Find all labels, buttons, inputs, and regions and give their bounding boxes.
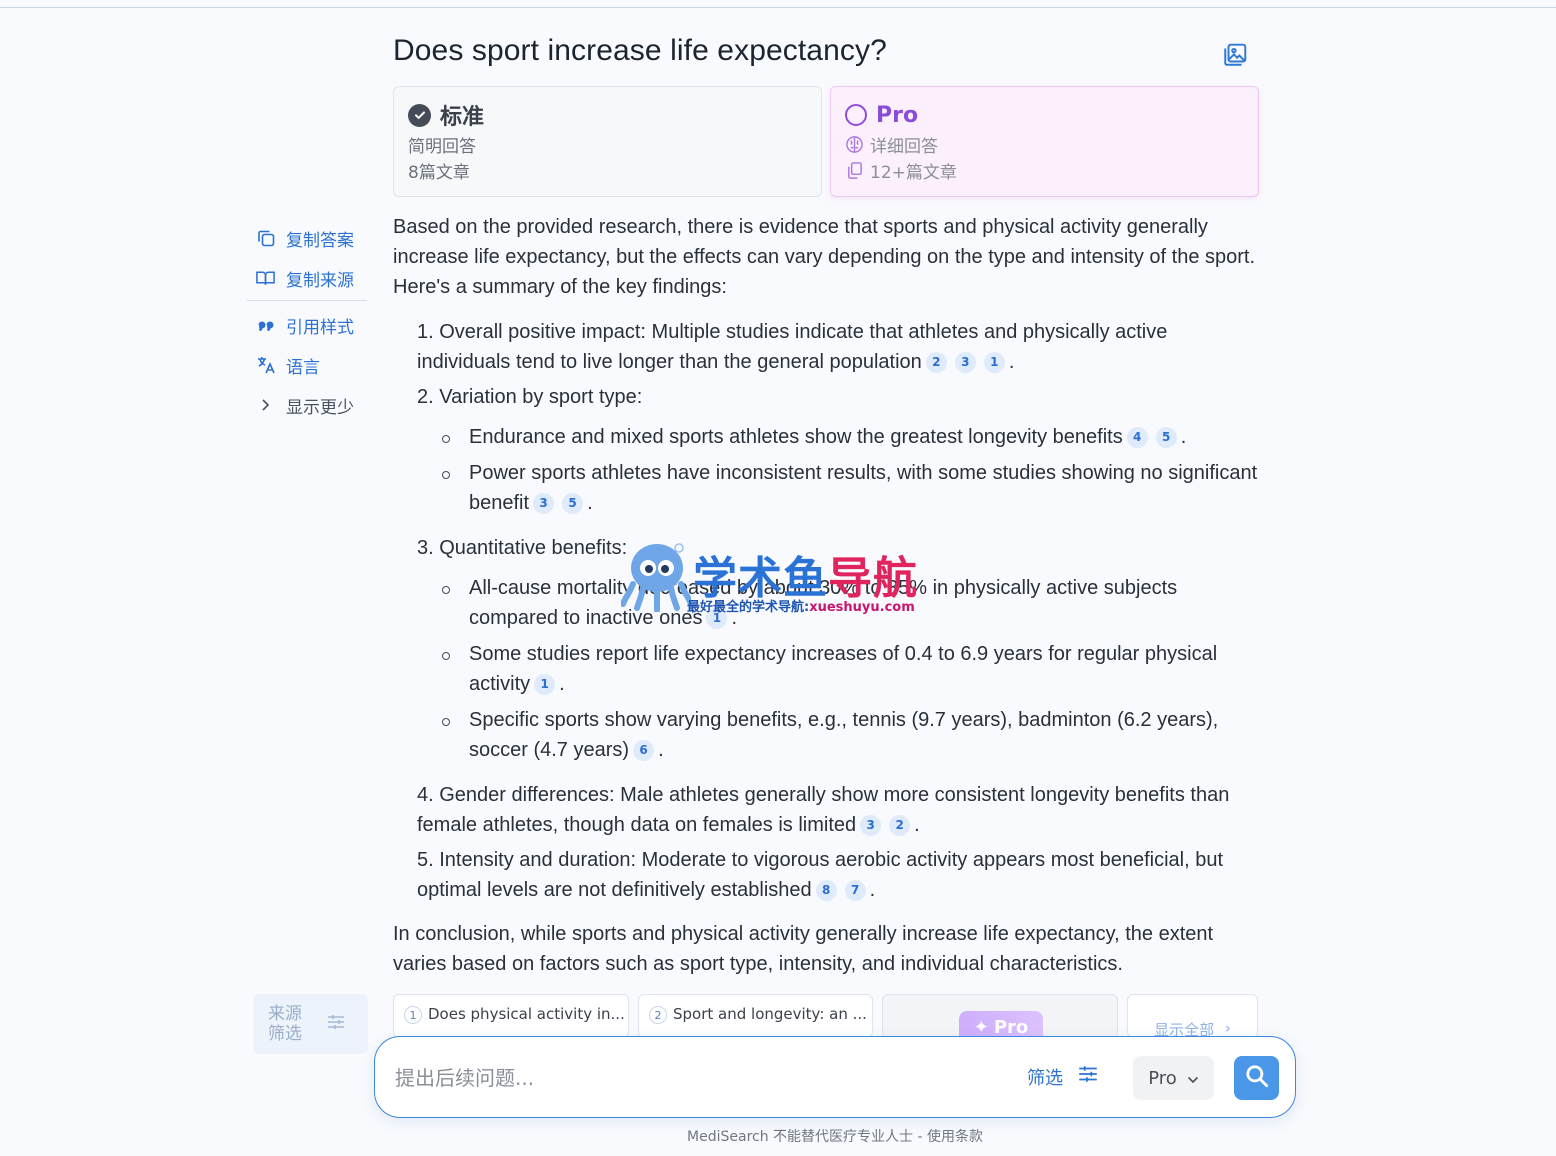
book-icon bbox=[255, 268, 276, 289]
search-icon bbox=[1244, 1063, 1270, 1093]
source-number: 1 bbox=[404, 1006, 422, 1024]
citation-badge[interactable]: 1 bbox=[534, 673, 556, 695]
finding-text: 2. Variation by sport type: bbox=[417, 386, 643, 408]
citation-badge[interactable]: 7 bbox=[844, 879, 866, 901]
finding-item: 2. Variation by sport type: Endurance an… bbox=[417, 382, 1259, 518]
finding-text: 3. Quantitative benefits: bbox=[417, 537, 628, 559]
chevron-down-icon bbox=[1187, 1068, 1199, 1089]
mode-pro-count: 12+篇文章 bbox=[870, 162, 957, 183]
show-less-button[interactable]: 显示更少 bbox=[247, 385, 367, 425]
finding-item: 5. Intensity and duration: Moderate to v… bbox=[417, 849, 1224, 901]
chevron-right-icon: › bbox=[1220, 1019, 1231, 1037]
citation-badge[interactable]: 1 bbox=[983, 351, 1005, 373]
citation-badge[interactable]: 3 bbox=[533, 492, 555, 514]
sub-finding-item: Some studies report life expectancy incr… bbox=[442, 639, 1259, 699]
watermark-logo: 学术鱼导航 最好最全的学术导航:xueshuyu.com bbox=[621, 540, 941, 620]
answer-conclusion: In conclusion, while sports and physical… bbox=[393, 923, 1214, 975]
mode-select-value: Pro bbox=[1148, 1067, 1177, 1089]
answer-actions: 复制答案 复制来源 引用样式 语言 显示更少 bbox=[247, 218, 367, 425]
citation-badge[interactable]: 5 bbox=[562, 492, 584, 514]
finding-text: 4. Gender differences: Male athletes gen… bbox=[417, 784, 1230, 836]
mode-card-standard[interactable]: 标准 简明回答 8篇文章 bbox=[393, 86, 822, 197]
source-title: Sport and longevity: an ... bbox=[673, 1005, 867, 1023]
pro-badge-label: Pro bbox=[993, 1016, 1029, 1038]
mode-pro-label: Pro bbox=[876, 102, 919, 128]
octopus-mascot-icon bbox=[621, 543, 691, 612]
mode-standard-desc: 简明回答 bbox=[408, 136, 476, 157]
copy-sources-label: 复制来源 bbox=[286, 270, 354, 291]
search-button[interactable] bbox=[1234, 1056, 1279, 1100]
source-card-locked[interactable]: ✦ Pro bbox=[882, 994, 1118, 1038]
sub-finding-text: Some studies report life expectancy incr… bbox=[469, 643, 1218, 695]
citation-style-label: 引用样式 bbox=[286, 317, 354, 338]
mode-select[interactable]: Pro bbox=[1133, 1056, 1214, 1100]
mode-standard-label: 标准 bbox=[440, 105, 485, 130]
source-filter-label: 来源筛选 bbox=[268, 1004, 302, 1044]
source-filter-button[interactable]: 来源筛选 bbox=[253, 994, 368, 1054]
show-all-sources-button[interactable]: 显示全部 › bbox=[1127, 994, 1258, 1038]
sub-finding-text: Specific sports show varying benefits, e… bbox=[469, 709, 1219, 761]
filter-button[interactable]: 筛选 bbox=[1027, 1063, 1099, 1090]
sub-finding-list: Endurance and mixed sports athletes show… bbox=[417, 422, 1259, 518]
sub-finding-item: Endurance and mixed sports athletes show… bbox=[442, 422, 1259, 452]
copy-answer-button[interactable]: 复制答案 bbox=[247, 218, 367, 258]
citation-badge[interactable]: 8 bbox=[815, 879, 837, 901]
top-divider bbox=[0, 7, 1556, 8]
translate-icon bbox=[255, 355, 276, 376]
followup-input[interactable] bbox=[395, 1061, 995, 1095]
watermark-subtitle: 最好最全的学术导航:xueshuyu.com bbox=[687, 600, 915, 615]
finding-item: 4. Gender differences: Male athletes gen… bbox=[417, 784, 1230, 836]
copy-sources-button[interactable]: 复制来源 bbox=[247, 258, 367, 298]
filter-label: 筛选 bbox=[1027, 1067, 1063, 1089]
quote-icon bbox=[255, 315, 276, 336]
citation-badge[interactable]: 6 bbox=[633, 739, 655, 761]
citation-style-button[interactable]: 引用样式 bbox=[247, 305, 367, 345]
source-card[interactable]: 2 Sport and longevity: an ... bbox=[638, 994, 873, 1038]
sliders-icon bbox=[326, 1012, 346, 1036]
sub-finding-item: Power sports athletes have inconsistent … bbox=[442, 458, 1259, 518]
citation-badge[interactable]: 2 bbox=[925, 351, 947, 373]
citation-badge[interactable]: 3 bbox=[860, 814, 882, 836]
finding-text: 1. Overall positive impact: Multiple stu… bbox=[417, 321, 1168, 373]
citation-badge[interactable]: 2 bbox=[889, 814, 911, 836]
checked-circle-icon bbox=[408, 103, 431, 127]
copy-icon bbox=[255, 228, 276, 249]
source-card[interactable]: 1 Does physical activity in... bbox=[393, 994, 629, 1038]
documents-icon bbox=[845, 161, 864, 180]
chevron-right-icon bbox=[255, 395, 276, 416]
language-label: 语言 bbox=[286, 357, 320, 378]
language-button[interactable]: 语言 bbox=[247, 345, 367, 385]
mode-standard-count: 8篇文章 bbox=[408, 162, 470, 183]
finding-item: 1. Overall positive impact: Multiple stu… bbox=[417, 321, 1168, 373]
citation-badge[interactable]: 5 bbox=[1155, 426, 1177, 448]
footer-disclaimer[interactable]: MediSearch 不能替代医疗专业人士 - 使用条款 bbox=[0, 1126, 1556, 1146]
followup-bar: 筛选 Pro bbox=[374, 1036, 1296, 1118]
citation-badge[interactable]: 4 bbox=[1126, 426, 1148, 448]
sub-finding-item: Specific sports show varying benefits, e… bbox=[442, 705, 1259, 765]
mode-pro-desc: 详细回答 bbox=[870, 136, 938, 157]
citation-badge[interactable]: 3 bbox=[954, 351, 976, 373]
sub-finding-text: Endurance and mixed sports athletes show… bbox=[469, 426, 1123, 448]
copy-answer-label: 复制答案 bbox=[286, 230, 354, 251]
sparkle-icon: ✦ bbox=[973, 1016, 989, 1038]
brain-icon bbox=[845, 135, 864, 154]
sub-finding-text: Power sports athletes have inconsistent … bbox=[469, 462, 1258, 514]
actions-divider bbox=[247, 300, 367, 301]
pro-upgrade-badge[interactable]: ✦ Pro bbox=[959, 1011, 1043, 1038]
radio-circle-icon bbox=[845, 104, 867, 126]
mode-card-pro[interactable]: Pro 详细回答 12+篇文章 bbox=[830, 86, 1259, 197]
answer-intro: Based on the provided research, there is… bbox=[393, 216, 1256, 298]
source-title: Does physical activity in... bbox=[428, 1005, 625, 1023]
show-less-label: 显示更少 bbox=[286, 397, 354, 418]
source-number: 2 bbox=[649, 1006, 667, 1024]
page-title: Does sport increase life expectancy? bbox=[393, 34, 887, 67]
image-gallery-icon[interactable] bbox=[1222, 42, 1248, 68]
sliders-icon bbox=[1077, 1063, 1099, 1090]
